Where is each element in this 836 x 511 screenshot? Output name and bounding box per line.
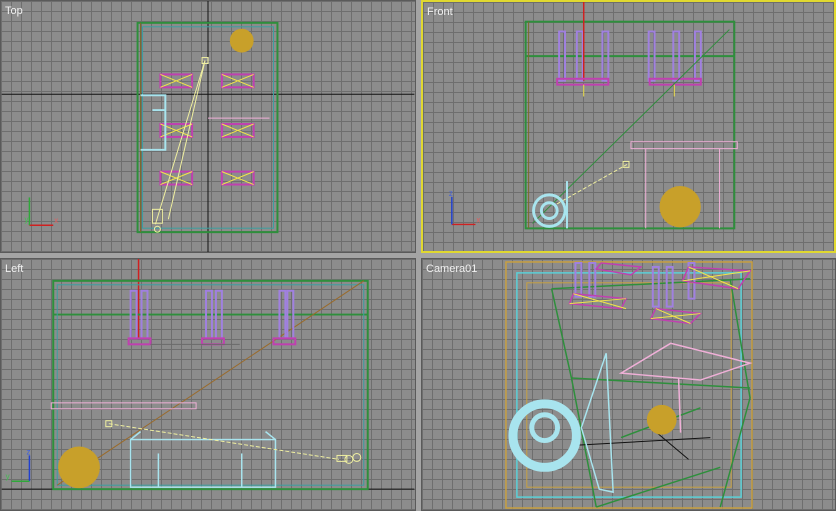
svg-text:y: y (24, 215, 28, 224)
light-fixture (159, 73, 255, 186)
camera-target-line (154, 60, 206, 225)
camera-object (336, 452, 362, 464)
viewport-left[interactable]: Left z y (0, 258, 416, 511)
svg-text:x: x (54, 216, 58, 225)
viewport-camera[interactable]: Camera01 (421, 258, 836, 511)
svg-text:z: z (26, 447, 30, 456)
left-view-scene: z y (1, 259, 415, 491)
sphere-object (58, 446, 100, 489)
axis-gizmo: x y (24, 197, 58, 226)
light-fixture (201, 337, 225, 346)
furniture-cyan (129, 431, 277, 488)
viewport-front[interactable]: Front x z (421, 0, 836, 253)
viewport-label-front[interactable]: Front (427, 6, 453, 18)
room-outline (52, 279, 369, 491)
camera-object (151, 208, 163, 233)
viewport-top[interactable]: Top x y (0, 0, 416, 253)
viewport-label-camera[interactable]: Camera01 (426, 263, 477, 275)
sphere-object (659, 186, 701, 228)
sphere-object (229, 28, 254, 53)
camera-view-scene (505, 261, 753, 509)
axis-gizmo: x z (449, 189, 480, 226)
svg-text:x: x (476, 215, 480, 224)
torus-object (532, 193, 567, 228)
furniture-cyan (580, 353, 614, 494)
room-perspective (550, 278, 751, 508)
sphere-object (646, 404, 677, 435)
svg-text:z: z (449, 189, 453, 198)
torus-object (508, 399, 581, 472)
camera-target-line (108, 423, 340, 460)
top-view-scene: x y (1, 1, 415, 252)
table (50, 402, 197, 410)
viewport-label-left[interactable]: Left (5, 263, 23, 275)
front-view-scene: x z (449, 2, 738, 230)
viewport-label-top[interactable]: Top (5, 5, 23, 17)
light-fixture (272, 337, 297, 346)
furniture-cyan (140, 94, 167, 151)
svg-text:y: y (6, 472, 10, 481)
axis-gizmo: z y (6, 447, 30, 482)
light-fixture (127, 337, 152, 346)
